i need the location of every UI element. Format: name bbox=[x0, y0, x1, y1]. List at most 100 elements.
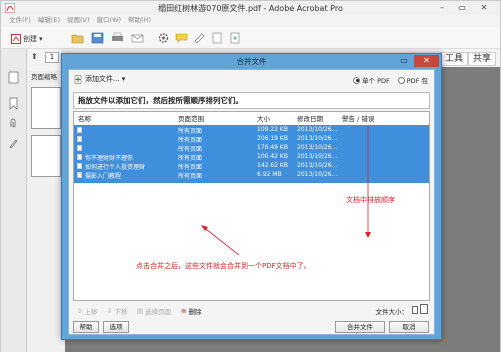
print-icon[interactable] bbox=[111, 32, 124, 44]
pdf-file-icon bbox=[77, 136, 82, 142]
dialog-titlebar[interactable]: 合并文件 ▭ ✕ bbox=[62, 54, 441, 69]
file-list-table[interactable]: 名称 页面范围 大小 修改日期 警告 / 错误 所有页面 109.22 KB 2… bbox=[73, 111, 430, 301]
move-up-label: 上移 bbox=[84, 308, 98, 316]
share-document-icon[interactable] bbox=[211, 32, 224, 44]
row-size: 142.62 KB bbox=[257, 162, 288, 169]
page-thumbnails-icon[interactable] bbox=[8, 71, 19, 84]
menu-file[interactable]: 文件(F) bbox=[9, 15, 31, 26]
pdf-file-icon bbox=[77, 127, 82, 133]
maximize-button[interactable]: ▭ bbox=[453, 2, 471, 13]
file-size-options bbox=[412, 304, 428, 314]
radio-checked-icon bbox=[353, 76, 361, 84]
page-thumbnail[interactable] bbox=[31, 87, 61, 129]
row-range: 所有页面 bbox=[178, 128, 203, 135]
output-type-radio-group: 单个 PDF PDF 包 bbox=[353, 75, 428, 85]
sign-icon[interactable] bbox=[193, 32, 206, 44]
create-button[interactable]: 创建 ▾ bbox=[11, 32, 43, 45]
attachment-icon[interactable] bbox=[8, 117, 19, 130]
merge-files-button[interactable]: 合并文件 bbox=[335, 321, 385, 333]
share-button[interactable]: 共享 bbox=[468, 52, 497, 66]
selected-rows: 所有页面 109.22 KB 2013/10/26... 所有页面 206.19… bbox=[74, 125, 429, 183]
row-range: 所有页面 bbox=[178, 146, 203, 153]
arrow-up-icon: ⇧ bbox=[77, 307, 83, 315]
save-icon[interactable] bbox=[91, 32, 104, 44]
dialog-minimize-button[interactable]: ▭ bbox=[397, 56, 411, 66]
navigation-strip bbox=[1, 49, 27, 352]
previous-page-icon[interactable]: ⬆ bbox=[31, 52, 38, 61]
row-name: 摄影入门教程 bbox=[85, 173, 122, 180]
column-name[interactable]: 名称 bbox=[78, 113, 91, 123]
help-button[interactable]: 帮助 bbox=[73, 321, 99, 333]
move-up-button[interactable]: ⇧ 上移 bbox=[77, 306, 97, 316]
small-size-icon[interactable] bbox=[412, 306, 418, 314]
delete-button[interactable]: ⊗ 删除 bbox=[181, 306, 201, 316]
pdf-package-label: PDF 包 bbox=[406, 77, 428, 85]
close-button[interactable]: ✕ bbox=[473, 2, 495, 13]
single-pdf-radio[interactable]: 单个 PDF bbox=[353, 75, 390, 85]
create-icon bbox=[11, 33, 21, 44]
merge-arrowhead-icon bbox=[201, 225, 208, 231]
bookmarks-icon[interactable] bbox=[8, 97, 19, 110]
column-size[interactable]: 大小 bbox=[257, 113, 270, 123]
cancel-button[interactable]: 取消 bbox=[389, 321, 429, 333]
row-range: 所有页面 bbox=[178, 155, 203, 162]
table-row[interactable]: 如何进行个人投资理财 所有页面 142.62 KB 2013/10/26... bbox=[74, 162, 429, 171]
move-down-label: 下移 bbox=[114, 308, 128, 316]
row-size: 206.19 KB bbox=[257, 135, 288, 142]
options-button[interactable]: 选项 bbox=[103, 321, 129, 333]
menu-bar: 文件(F) 编辑(E) 视图(V) 窗口(W) 帮助(H) bbox=[1, 15, 500, 26]
pdf-file-icon bbox=[77, 163, 82, 169]
open-folder-icon[interactable] bbox=[71, 32, 84, 44]
pdf-file-icon bbox=[77, 145, 82, 151]
table-row[interactable]: 所有页面 206.19 KB 2013/10/26... bbox=[74, 135, 429, 144]
table-row[interactable]: 你不理财财不理你 所有页面 100.42 KB 2013/10/26... bbox=[74, 153, 429, 162]
column-modified-date[interactable]: 修改日期 bbox=[297, 113, 323, 123]
settings-gear-icon[interactable] bbox=[157, 32, 170, 44]
choose-pages-label: 选择页面 bbox=[145, 308, 172, 316]
comment-icon[interactable] bbox=[175, 32, 188, 44]
table-row[interactable]: 摄影入门教程 所有页面 6.92 MB 2013/10/26... bbox=[74, 171, 429, 180]
menu-edit[interactable]: 编辑(E) bbox=[38, 15, 60, 26]
dialog-title: 合并文件 bbox=[236, 57, 267, 66]
tools-button[interactable]: 工具 bbox=[440, 52, 469, 66]
dialog-body: 添加文件... ▾ 单个 PDF PDF 包 拖放文件以添加它们，然后按所需顺序… bbox=[68, 69, 435, 335]
main-toolbar: 创建 ▾ bbox=[1, 27, 500, 49]
menu-view[interactable]: 视图(V) bbox=[67, 15, 90, 26]
menu-help[interactable]: 帮助(H) bbox=[128, 15, 151, 26]
page-thumbnails-panel bbox=[27, 83, 65, 352]
export-document-icon[interactable] bbox=[229, 32, 242, 44]
delete-icon: ⊗ bbox=[181, 307, 187, 315]
page-number-field[interactable]: 1 bbox=[45, 52, 59, 63]
page-thumbnail[interactable] bbox=[31, 135, 61, 177]
instruction-text: 拖放文件以添加它们，然后按所需顺序排列它们。 bbox=[73, 92, 430, 109]
merge-files-dialog: 合并文件 ▭ ✕ 添加文件... ▾ 单个 PDF PDF 包 拖放文件以添加它… bbox=[61, 53, 442, 340]
menu-window[interactable]: 窗口(W) bbox=[97, 15, 122, 26]
dialog-close-button[interactable]: ✕ bbox=[414, 55, 439, 67]
default-size-icon[interactable] bbox=[420, 304, 428, 314]
radio-unchecked-icon bbox=[397, 76, 405, 84]
choose-pages-button[interactable]: ▤ 选择页面 bbox=[137, 306, 171, 316]
row-size: 100.42 KB bbox=[257, 153, 288, 160]
signatures-icon[interactable] bbox=[8, 137, 19, 150]
row-date: 2013/10/26... bbox=[297, 171, 338, 178]
add-files-button[interactable]: 添加文件... ▾ bbox=[74, 74, 125, 84]
row-date: 2013/10/26... bbox=[297, 144, 338, 151]
row-date: 2013/10/26... bbox=[297, 126, 338, 133]
pdf-package-radio[interactable]: PDF 包 bbox=[397, 75, 428, 85]
minimize-button[interactable]: – bbox=[433, 2, 451, 13]
right-tool-buttons: 工具 共享 bbox=[440, 49, 500, 67]
row-name: 你不理财财不理你 bbox=[85, 155, 134, 162]
move-down-button[interactable]: ⇩ 下移 bbox=[107, 306, 127, 316]
column-page-range[interactable]: 页面范围 bbox=[178, 113, 204, 123]
table-row[interactable]: 所有页面 109.22 KB 2013/10/26... bbox=[74, 126, 429, 135]
row-name: 如何进行个人投资理财 bbox=[85, 164, 146, 171]
row-size: 6.92 MB bbox=[257, 171, 282, 178]
row-range: 所有页面 bbox=[178, 173, 203, 180]
add-files-label: 添加文件... bbox=[85, 75, 120, 83]
table-row[interactable]: 所有页面 170.49 KB 2013/10/26... bbox=[74, 144, 429, 153]
column-warnings[interactable]: 警告 / 错误 bbox=[342, 113, 374, 123]
app-title: 榻田红树林游070原文件.pdf - Adobe Acrobat Pro bbox=[158, 4, 343, 13]
email-icon[interactable] bbox=[131, 32, 144, 44]
merge-annotation: 点击合并之后，这些文件就会合并到一个PDF文档中了。 bbox=[136, 262, 311, 270]
pdf-file-icon bbox=[77, 154, 82, 160]
